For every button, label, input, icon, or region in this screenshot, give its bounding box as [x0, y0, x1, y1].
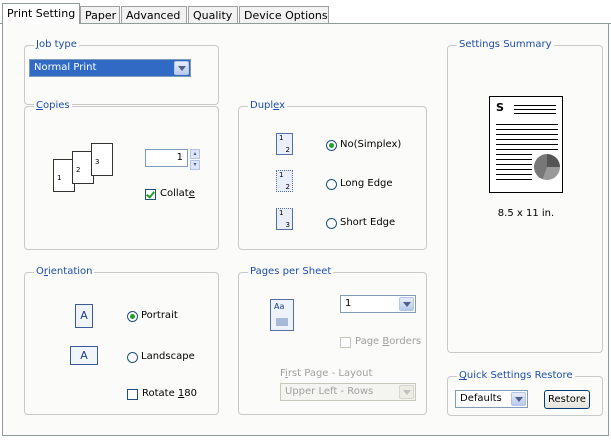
quick-settings-select[interactable]: Defaults: [455, 390, 528, 408]
orientation-legend: Orientation: [34, 266, 95, 278]
copies-input[interactable]: 1: [145, 149, 188, 167]
first-page-layout-value: Upper Left - Rows: [285, 386, 374, 397]
tab-strip: Print Setting Paper Advanced Quality Dev…: [0, 0, 611, 26]
chevron-down-icon[interactable]: [511, 392, 526, 406]
simplex-icon: 12: [276, 133, 293, 155]
portrait-radio[interactable]: [127, 311, 138, 322]
settings-summary-group: Settings Summary S 8.5 x 11 in.: [447, 39, 603, 353]
duplex-no-simplex-radio[interactable]: [326, 140, 337, 151]
restore-button[interactable]: Restore: [544, 390, 590, 409]
duplex-short-edge-radio[interactable]: [326, 218, 337, 229]
copies-spinner[interactable]: ▴ ▾: [190, 149, 200, 170]
chevron-down-icon[interactable]: [399, 297, 414, 311]
pie-chart-icon: [534, 154, 560, 180]
chevron-down-icon[interactable]: [399, 385, 414, 399]
job-type-group: Job type Normal Print: [24, 39, 219, 105]
portrait-icon: A: [75, 304, 93, 328]
quick-settings-restore-group: Quick Settings Restore Defaults Restore: [447, 370, 603, 416]
landscape-radio[interactable]: [127, 352, 138, 363]
print-setting-panel: Job type Normal Print Copies 1 2 3 1 ▴ ▾…: [2, 24, 609, 436]
first-page-layout-select[interactable]: Upper Left - Rows: [280, 383, 416, 401]
pages-per-sheet-legend: Pages per Sheet: [248, 266, 334, 278]
landscape-label[interactable]: Landscape: [141, 351, 195, 363]
first-page-layout-label: First Page - Layout: [280, 368, 373, 379]
tab-device-options[interactable]: Device Options: [239, 6, 329, 23]
rotate-180-label[interactable]: Rotate 180: [142, 388, 197, 400]
copies-group: Copies 1 2 3 1 ▴ ▾ Collate: [24, 100, 219, 250]
job-type-legend: Job type: [34, 39, 79, 51]
page-borders-label[interactable]: Page Borders: [355, 336, 421, 348]
page-borders-checkbox[interactable]: [340, 337, 351, 348]
duplex-no-simplex-label[interactable]: No(Simplex): [340, 139, 401, 151]
tab-advanced[interactable]: Advanced: [121, 6, 187, 23]
landscape-icon: A: [70, 346, 98, 365]
collate-label[interactable]: Collate: [160, 188, 195, 200]
pages-per-sheet-value: 1: [345, 298, 352, 309]
duplex-short-edge-label[interactable]: Short Edge: [340, 217, 395, 229]
pages-per-sheet-select[interactable]: 1: [340, 295, 416, 313]
long-edge-icon: 12: [276, 170, 293, 192]
pages-per-sheet-group: Pages per Sheet Aa 1 Page Borders First …: [238, 266, 427, 415]
spin-up-icon[interactable]: ▴: [190, 149, 200, 159]
pages-per-sheet-icon: Aa: [270, 299, 294, 331]
job-type-value: Normal Print: [34, 62, 97, 73]
job-type-select[interactable]: Normal Print: [29, 59, 191, 77]
copy-page-3-icon: 3: [91, 143, 113, 176]
settings-summary-legend: Settings Summary: [457, 39, 554, 51]
duplex-legend: Duplex: [248, 100, 288, 112]
collate-checkbox[interactable]: [145, 189, 156, 200]
duplex-group: Duplex 12 12 13 No(Simplex) Long Edge Sh…: [238, 100, 427, 250]
quick-settings-value: Defaults: [460, 393, 502, 404]
portrait-label[interactable]: Portrait: [141, 310, 178, 322]
quick-settings-restore-legend: Quick Settings Restore: [457, 370, 575, 382]
image-placeholder-icon: [276, 318, 288, 326]
duplex-long-edge-radio[interactable]: [326, 179, 337, 190]
spin-down-icon[interactable]: ▾: [190, 160, 200, 170]
chevron-down-icon[interactable]: [174, 61, 189, 75]
copies-legend: Copies: [34, 100, 72, 112]
paper-size-label: 8.5 x 11 in.: [497, 208, 555, 219]
summary-page-preview: S: [489, 96, 563, 193]
orientation-group: Orientation A A Portrait Landscape Rotat…: [24, 266, 219, 415]
rotate-180-checkbox[interactable]: [127, 389, 138, 400]
tab-quality[interactable]: Quality: [188, 6, 238, 23]
duplex-long-edge-label[interactable]: Long Edge: [340, 178, 393, 190]
tab-print-setting[interactable]: Print Setting: [2, 3, 80, 24]
tab-paper[interactable]: Paper: [80, 6, 120, 23]
short-edge-icon: 13: [276, 208, 293, 230]
